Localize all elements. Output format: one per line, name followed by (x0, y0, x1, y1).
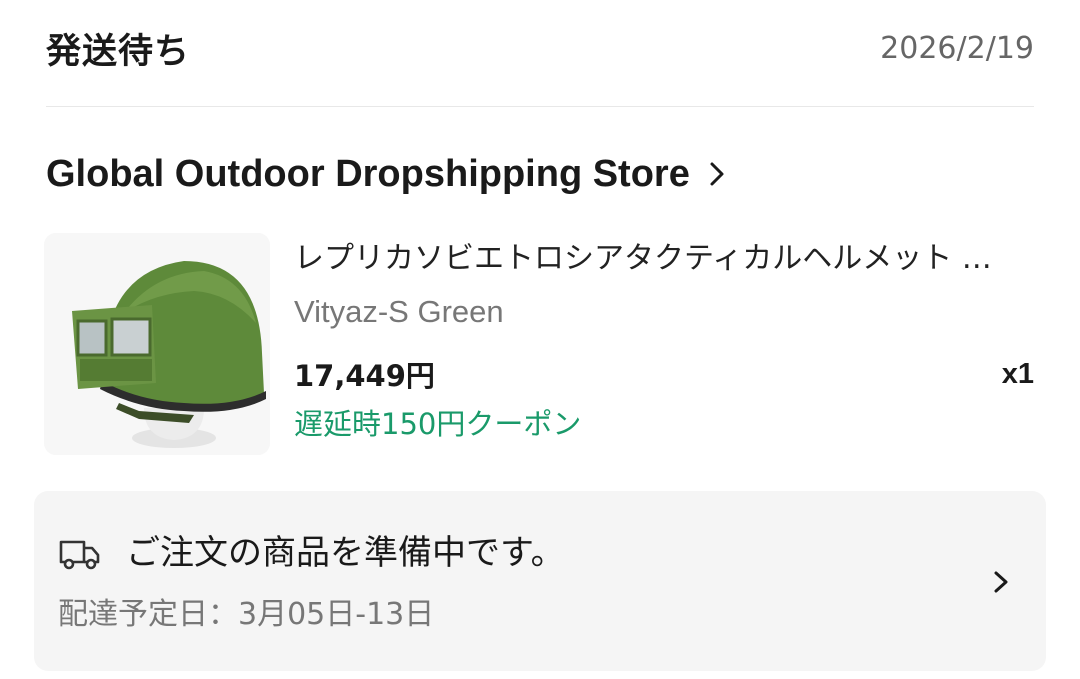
product-quantity: x1 (1001, 357, 1034, 390)
product-price: 17,449円 (294, 359, 435, 393)
order-card: 発送待ち 2026/2/19 Global Outdoor Dropshippi… (0, 0, 1080, 679)
store-name: Global Outdoor Dropshipping Store (46, 152, 690, 195)
helmet-icon (44, 233, 270, 455)
chevron-right-icon (990, 569, 1012, 595)
store-link[interactable]: Global Outdoor Dropshipping Store (46, 148, 730, 200)
order-date: 2026/2/19 (880, 30, 1034, 66)
order-status-title: 発送待ち (46, 31, 191, 72)
product-variant: Vityaz-S Green (294, 294, 504, 329)
delivery-estimate-text: 配達予定日：3月05日-13日 (58, 597, 435, 632)
product-info: レプリカソビエトロシアタクティカルヘルメット … Vityaz-S Green … (294, 236, 1034, 446)
shipping-status-box[interactable]: ご注文の商品を準備中です。 配達予定日：3月05日-13日 (34, 491, 1046, 671)
product-image[interactable] (44, 233, 270, 455)
truck-icon (58, 536, 102, 572)
header-divider (46, 106, 1034, 107)
product-title[interactable]: レプリカソビエトロシアタクティカルヘルメット … (294, 236, 1034, 282)
price-row: 17,449円 x1 (294, 352, 1034, 396)
order-header: 発送待ち 2026/2/19 (46, 22, 1034, 74)
chevron-right-icon (704, 161, 730, 187)
shipping-status-text: ご注文の商品を準備中です。 (126, 533, 565, 573)
delay-coupon-text: 遅延時150円クーポン (294, 407, 582, 441)
